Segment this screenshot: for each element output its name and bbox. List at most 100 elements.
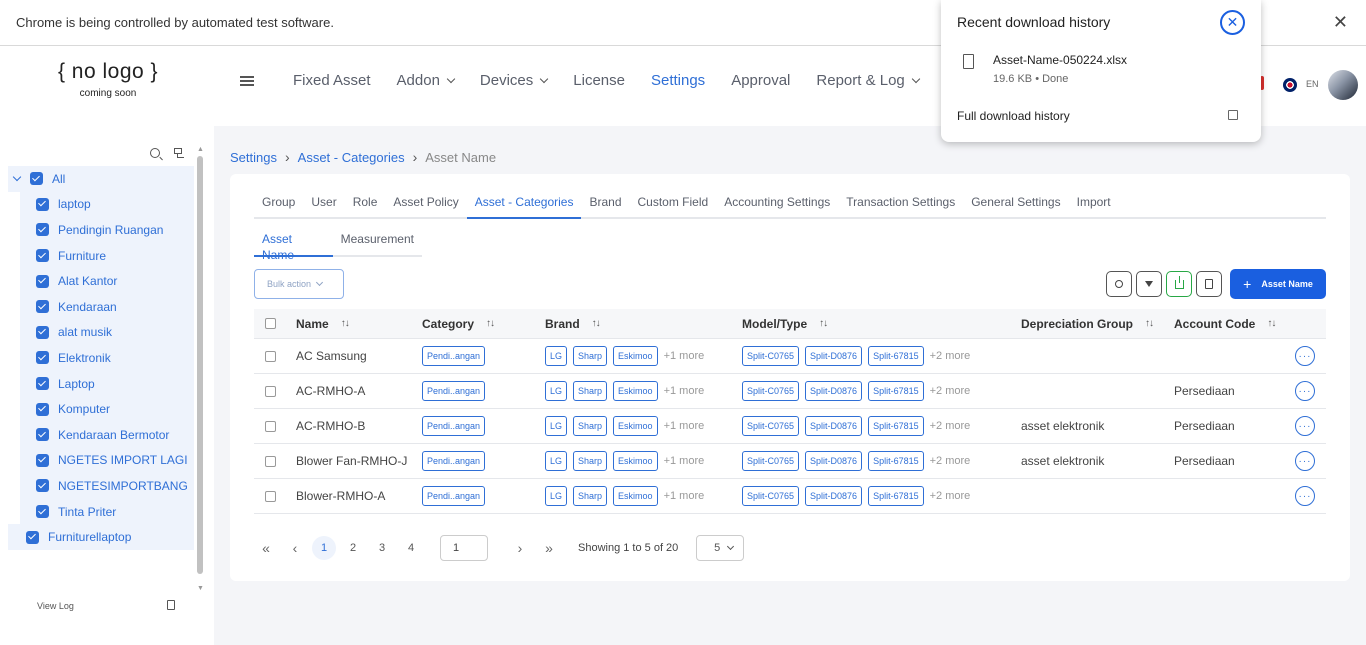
tree-item[interactable]: Pendingin Ruangan <box>20 217 194 243</box>
tree-item[interactable]: Kendaraan <box>20 293 194 320</box>
tab-general-settings[interactable]: General Settings <box>963 194 1068 219</box>
page-button-3[interactable]: 3 <box>370 536 394 560</box>
nav-fixed-asset[interactable]: Fixed Asset <box>280 72 384 89</box>
page-button-1[interactable]: 1 <box>312 536 336 560</box>
subtab-asset-name[interactable]: Asset Name <box>254 231 333 262</box>
model-chip[interactable]: Split-D0876 <box>805 486 863 506</box>
tree-item[interactable]: NGETESIMPORTBANG <box>20 473 194 499</box>
model-chip[interactable]: Split-67815 <box>868 486 924 506</box>
document-button[interactable] <box>1196 271 1222 297</box>
breadcrumb-asset-categories[interactable]: Asset - Categories <box>298 150 405 165</box>
sort-icon[interactable]: ↑↓ <box>341 318 350 329</box>
table-row[interactable]: Blower Fan-RMHO-J Pendi..angan LG Sharp Es… <box>254 444 1326 479</box>
checkbox[interactable] <box>36 274 49 288</box>
column-header-name[interactable]: Name ↑↓ <box>296 309 350 338</box>
tab-transaction-settings[interactable]: Transaction Settings <box>838 194 963 219</box>
model-chip[interactable]: Split-C0765 <box>742 381 800 401</box>
row-menu-icon[interactable]: ··· <box>1295 346 1315 366</box>
checkbox[interactable] <box>36 300 49 314</box>
model-chip[interactable]: Split-C0765 <box>742 486 800 506</box>
model-chip[interactable]: Split-C0765 <box>742 451 800 471</box>
page-button-4[interactable]: 4 <box>399 536 423 560</box>
tab-asset-policy[interactable]: Asset Policy <box>385 194 466 219</box>
row-menu-icon[interactable]: ··· <box>1295 381 1315 401</box>
brand-chip[interactable]: Eskimoo <box>613 486 658 506</box>
tab-group[interactable]: Group <box>254 194 303 219</box>
column-header-category[interactable]: Category ↑↓ <box>422 309 495 338</box>
page-button-2[interactable]: 2 <box>341 536 365 560</box>
column-header-depreciation-group[interactable]: Depreciation Group ↑↓ <box>1021 309 1154 338</box>
nav-approval[interactable]: Approval <box>718 72 803 89</box>
sort-icon[interactable]: ↑↓ <box>486 318 495 329</box>
checkbox[interactable] <box>30 172 43 186</box>
logo[interactable]: { no logo } coming soon <box>56 60 160 99</box>
scroll-thumb[interactable] <box>197 156 203 574</box>
checkbox[interactable] <box>26 530 39 544</box>
filter-button[interactable] <box>1136 271 1162 297</box>
export-button[interactable] <box>1166 271 1192 297</box>
model-chip[interactable]: Split-D0876 <box>805 346 863 366</box>
category-chip[interactable]: Pendi..angan <box>422 416 486 436</box>
avatar[interactable] <box>1328 70 1358 100</box>
column-header-model-type[interactable]: Model/Type ↑↓ <box>742 309 828 338</box>
row-checkbox[interactable] <box>265 456 276 467</box>
tab-import[interactable]: Import <box>1069 194 1119 219</box>
tree-item[interactable]: Kendaraan Bermotor <box>20 421 194 448</box>
brand-chip[interactable]: Eskimoo <box>613 346 658 366</box>
checkbox[interactable] <box>36 223 49 237</box>
sort-icon[interactable]: ↑↓ <box>819 318 828 329</box>
search-icon[interactable] <box>150 148 160 158</box>
brand-more[interactable]: +1 more <box>664 455 705 467</box>
brand-chip[interactable]: Sharp <box>573 346 608 366</box>
tab-role[interactable]: Role <box>345 194 386 219</box>
tree-item[interactable]: laptop <box>20 191 194 218</box>
per-page-select[interactable]: 5 <box>696 535 745 561</box>
brand-more[interactable]: +1 more <box>664 420 705 432</box>
column-header-account-code[interactable]: Account Code ↑↓ <box>1174 309 1276 338</box>
model-more[interactable]: +2 more <box>930 420 971 432</box>
chevron-down-icon[interactable] <box>12 173 22 182</box>
model-chip[interactable]: Split-67815 <box>868 416 924 436</box>
brand-chip[interactable]: Sharp <box>573 416 608 436</box>
prev-page-button[interactable]: ‹ <box>283 536 307 560</box>
search-button[interactable] <box>1106 271 1132 297</box>
category-chip[interactable]: Pendi..angan <box>422 381 486 401</box>
table-row[interactable]: AC Samsung Pendi..angan LG Sharp Eskimoo +1… <box>254 339 1326 374</box>
full-download-history-link[interactable]: Full download history <box>957 109 1070 123</box>
model-chip[interactable]: Split-C0765 <box>742 346 800 366</box>
tree-item[interactable]: Furniture <box>20 242 194 269</box>
checkbox[interactable] <box>36 479 49 493</box>
row-checkbox[interactable] <box>265 386 276 397</box>
page-input[interactable]: 1 <box>440 535 488 561</box>
scroll-down-icon[interactable]: ▼ <box>197 585 204 592</box>
table-row[interactable]: AC-RMHO-B Pendi..angan LG Sharp Eskimoo +1 … <box>254 409 1326 444</box>
table-row[interactable]: AC-RMHO-A Pendi..angan LG Sharp Eskimoo +1 … <box>254 374 1326 409</box>
brand-more[interactable]: +1 more <box>664 385 705 397</box>
model-chip[interactable]: Split-C0765 <box>742 416 800 436</box>
row-menu-icon[interactable]: ··· <box>1295 486 1315 506</box>
row-menu-icon[interactable]: ··· <box>1295 451 1315 471</box>
flag-icon[interactable] <box>1283 78 1297 92</box>
tree-item[interactable]: Tinta Priter <box>20 498 194 525</box>
brand-chip[interactable]: Eskimoo <box>613 381 658 401</box>
checkbox[interactable] <box>36 351 49 365</box>
brand-chip[interactable]: Eskimoo <box>613 451 658 471</box>
hamburger-icon[interactable] <box>240 76 254 86</box>
table-row[interactable]: Blower-RMHO-A Pendi..angan LG Sharp Eskimo… <box>254 479 1326 514</box>
select-all-checkbox[interactable] <box>265 318 276 329</box>
last-page-button[interactable]: » <box>537 536 561 560</box>
model-chip[interactable]: Split-D0876 <box>805 451 863 471</box>
document-icon[interactable] <box>167 600 175 610</box>
category-chip[interactable]: Pendi..angan <box>422 346 486 366</box>
model-more[interactable]: +2 more <box>930 385 971 397</box>
breadcrumb-settings[interactable]: Settings <box>230 150 277 165</box>
tab-asset-categories[interactable]: Asset - Categories <box>466 194 582 219</box>
brand-more[interactable]: +1 more <box>664 350 705 362</box>
tree-item[interactable]: Komputer <box>20 396 194 422</box>
sort-icon[interactable]: ↑↓ <box>1267 318 1276 329</box>
scroll-up-icon[interactable]: ▲ <box>197 146 204 153</box>
model-more[interactable]: +2 more <box>930 490 971 502</box>
sort-icon[interactable]: ↑↓ <box>1145 318 1154 329</box>
infobar-close-icon[interactable]: ✕ <box>1333 12 1348 33</box>
category-chip[interactable]: Pendi..angan <box>422 451 486 471</box>
